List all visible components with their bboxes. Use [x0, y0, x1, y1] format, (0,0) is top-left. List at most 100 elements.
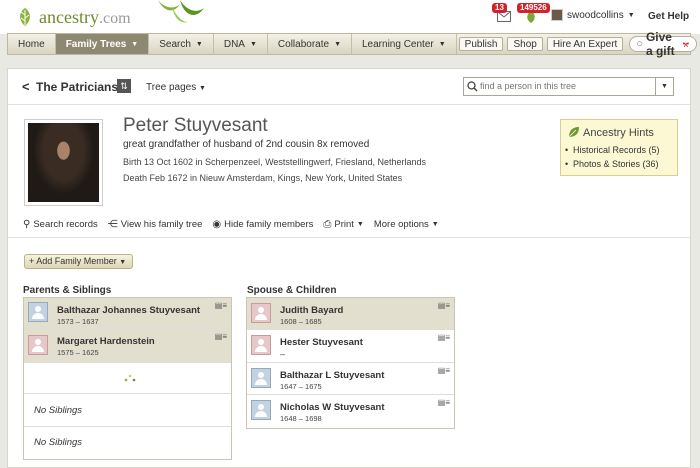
search-icon: ⚲	[23, 219, 31, 230]
chevron-down-icon: ▼	[438, 40, 446, 48]
nav-learning-center[interactable]: Learning Center ▼	[352, 34, 457, 54]
chevron-down-icon: ▼	[249, 40, 257, 48]
male-avatar	[28, 302, 48, 322]
person-card-icon[interactable]: ▤≡	[438, 301, 450, 310]
nav-collaborate[interactable]: Collaborate ▼	[268, 34, 352, 54]
female-avatar	[251, 335, 271, 355]
person-name: Margaret Hardenstein	[57, 336, 155, 347]
no-siblings-text: No Siblings	[34, 437, 83, 448]
hide-family-members-action[interactable]: ◉ Hide family members	[212, 219, 313, 230]
chevron-down-icon: ▼	[195, 40, 203, 48]
parents-siblings-panel: Balthazar Johannes Stuyvesant 1573 – 163…	[23, 297, 232, 460]
back-to-tree-chevron-icon[interactable]: <	[22, 79, 30, 94]
person-card-icon[interactable]: ▤≡	[438, 333, 450, 342]
person-dates: 1648 – 1698	[280, 414, 322, 423]
person-name: Nicholas W Stuyvesant	[280, 402, 385, 413]
find-person-search: ▼	[463, 77, 674, 96]
person-page-card: < The Patricians! ⇅ Tree pages ▼ ▼ Peter…	[7, 68, 691, 468]
person-name: Balthazar L Stuyvesant	[280, 370, 385, 381]
ancestry-logo[interactable]: ancestry.com	[14, 6, 131, 28]
logo-text: ancestry.com	[39, 6, 131, 27]
search-records-action[interactable]: ⚲ Search records	[23, 219, 98, 230]
chevron-down-icon: ▼	[131, 40, 139, 48]
spouse-card[interactable]: Judith Bayard 1608 – 1685 ▤≡	[247, 298, 454, 330]
find-dropdown-chevron-icon[interactable]: ▼	[655, 78, 673, 95]
person-card-icon[interactable]: ▤≡	[438, 398, 450, 407]
person-card-icon[interactable]: ▤≡	[215, 332, 227, 341]
person-dates: 1573 – 1637	[57, 317, 99, 326]
no-siblings-row: No Siblings	[24, 394, 231, 427]
gift-bow-icon	[683, 42, 689, 47]
person-dates: 1647 – 1675	[280, 382, 322, 391]
portrait-image	[28, 123, 99, 202]
hire-expert-button[interactable]: Hire An Expert	[546, 37, 624, 51]
gift-tag-icon: ○	[636, 38, 643, 50]
photos-stories-link[interactable]: Photos & Stories (36)	[565, 159, 659, 169]
chevron-down-icon: ▼	[431, 221, 439, 228]
top-bar: ancestry.com 13 149526 swoodcollins ▼ Ge…	[0, 0, 700, 34]
give-gift-button[interactable]: ○ Give a gift	[629, 30, 697, 58]
male-avatar	[251, 400, 271, 420]
tree-view-icon[interactable]: ⇅	[117, 79, 131, 93]
historical-records-link[interactable]: Historical Records (5)	[565, 145, 659, 155]
messages-icon[interactable]: 13	[492, 3, 517, 22]
nav-family-trees[interactable]: Family Trees ▼	[55, 34, 150, 54]
loading-spinner-icon	[124, 374, 136, 382]
hints-count-badge: 149526	[517, 3, 550, 13]
person-relationship: great grandfather of husband of 2nd cous…	[123, 139, 370, 150]
printer-icon: ⎙	[323, 219, 332, 230]
person-dates: 1575 – 1625	[57, 348, 99, 357]
user-menu[interactable]: swoodcollins ▼	[551, 9, 635, 21]
messages-count-badge: 13	[492, 3, 507, 13]
print-action[interactable]: ⎙ Print ▼	[323, 219, 363, 230]
child-card[interactable]: Balthazar L Stuyvesant 1647 – 1675 ▤≡	[247, 363, 454, 395]
person-name: Judith Bayard	[280, 305, 344, 316]
person-portrait[interactable]	[24, 119, 103, 206]
spouse-children-panel: Judith Bayard 1608 – 1685 ▤≡ Hester Stuy…	[246, 297, 455, 429]
female-avatar	[28, 335, 48, 355]
tree-bar: < The Patricians! ⇅ Tree pages ▼ ▼	[8, 69, 690, 105]
decorative-leaves-icon	[158, 0, 204, 23]
view-family-tree-action[interactable]: ⋲ View his family tree	[108, 219, 203, 230]
more-options-action[interactable]: More options ▼	[374, 219, 439, 230]
person-card-icon[interactable]: ▤≡	[215, 301, 227, 310]
nav-home[interactable]: Home	[8, 34, 56, 54]
loading-row	[24, 363, 231, 394]
add-family-member-button[interactable]: + Add Family Member ▼	[24, 254, 133, 269]
chevron-down-icon: ▼	[119, 259, 127, 266]
birth-fact: Birth 13 Oct 1602 in Scherpenzeel, Wests…	[123, 157, 426, 167]
tree-name-link[interactable]: The Patricians!	[36, 80, 122, 94]
parent-card-mother[interactable]: Margaret Hardenstein 1575 – 1625 ▤≡	[24, 329, 231, 363]
person-name: Peter Stuyvesant	[123, 115, 268, 136]
username: swoodcollins	[567, 9, 624, 21]
user-avatar	[551, 9, 563, 21]
nav-dna[interactable]: DNA ▼	[214, 34, 268, 54]
chevron-down-icon: ▼	[356, 221, 364, 228]
child-card[interactable]: Hester Stuyvesant – ▤≡	[247, 330, 454, 363]
shop-button[interactable]: Shop	[507, 37, 543, 51]
child-card[interactable]: Nicholas W Stuyvesant 1648 – 1698 ▤≡	[247, 395, 454, 428]
hint-leaf-icon	[568, 127, 579, 138]
ancestry-hints-box: Ancestry Hints Historical Records (5) Ph…	[560, 119, 678, 176]
leaf-logo-icon	[20, 8, 30, 26]
male-avatar	[251, 368, 271, 388]
person-dates: 1608 – 1685	[280, 317, 322, 326]
nav-search[interactable]: Search ▼	[149, 34, 214, 54]
chevron-down-icon: ▼	[199, 85, 206, 92]
divider	[8, 237, 690, 238]
parent-card-father[interactable]: Balthazar Johannes Stuyvesant 1573 – 163…	[24, 298, 231, 329]
tree-pages-menu[interactable]: Tree pages ▼	[146, 82, 206, 93]
hints-title: Ancestry Hints	[583, 127, 654, 139]
person-card-icon[interactable]: ▤≡	[438, 366, 450, 375]
spouse-children-title: Spouse & Children	[247, 285, 337, 296]
no-siblings-row: No Siblings	[24, 427, 231, 459]
get-help-link[interactable]: Get Help	[648, 11, 689, 22]
publish-button[interactable]: Publish	[458, 37, 504, 51]
person-name: Hester Stuyvesant	[280, 337, 363, 348]
chevron-down-icon: ▼	[334, 40, 341, 48]
person-dates: –	[280, 349, 286, 359]
hints-leaf-icon[interactable]: 149526	[517, 3, 550, 23]
eye-icon: ◉	[212, 219, 222, 230]
find-person-input[interactable]	[480, 81, 650, 91]
female-avatar	[251, 303, 271, 323]
